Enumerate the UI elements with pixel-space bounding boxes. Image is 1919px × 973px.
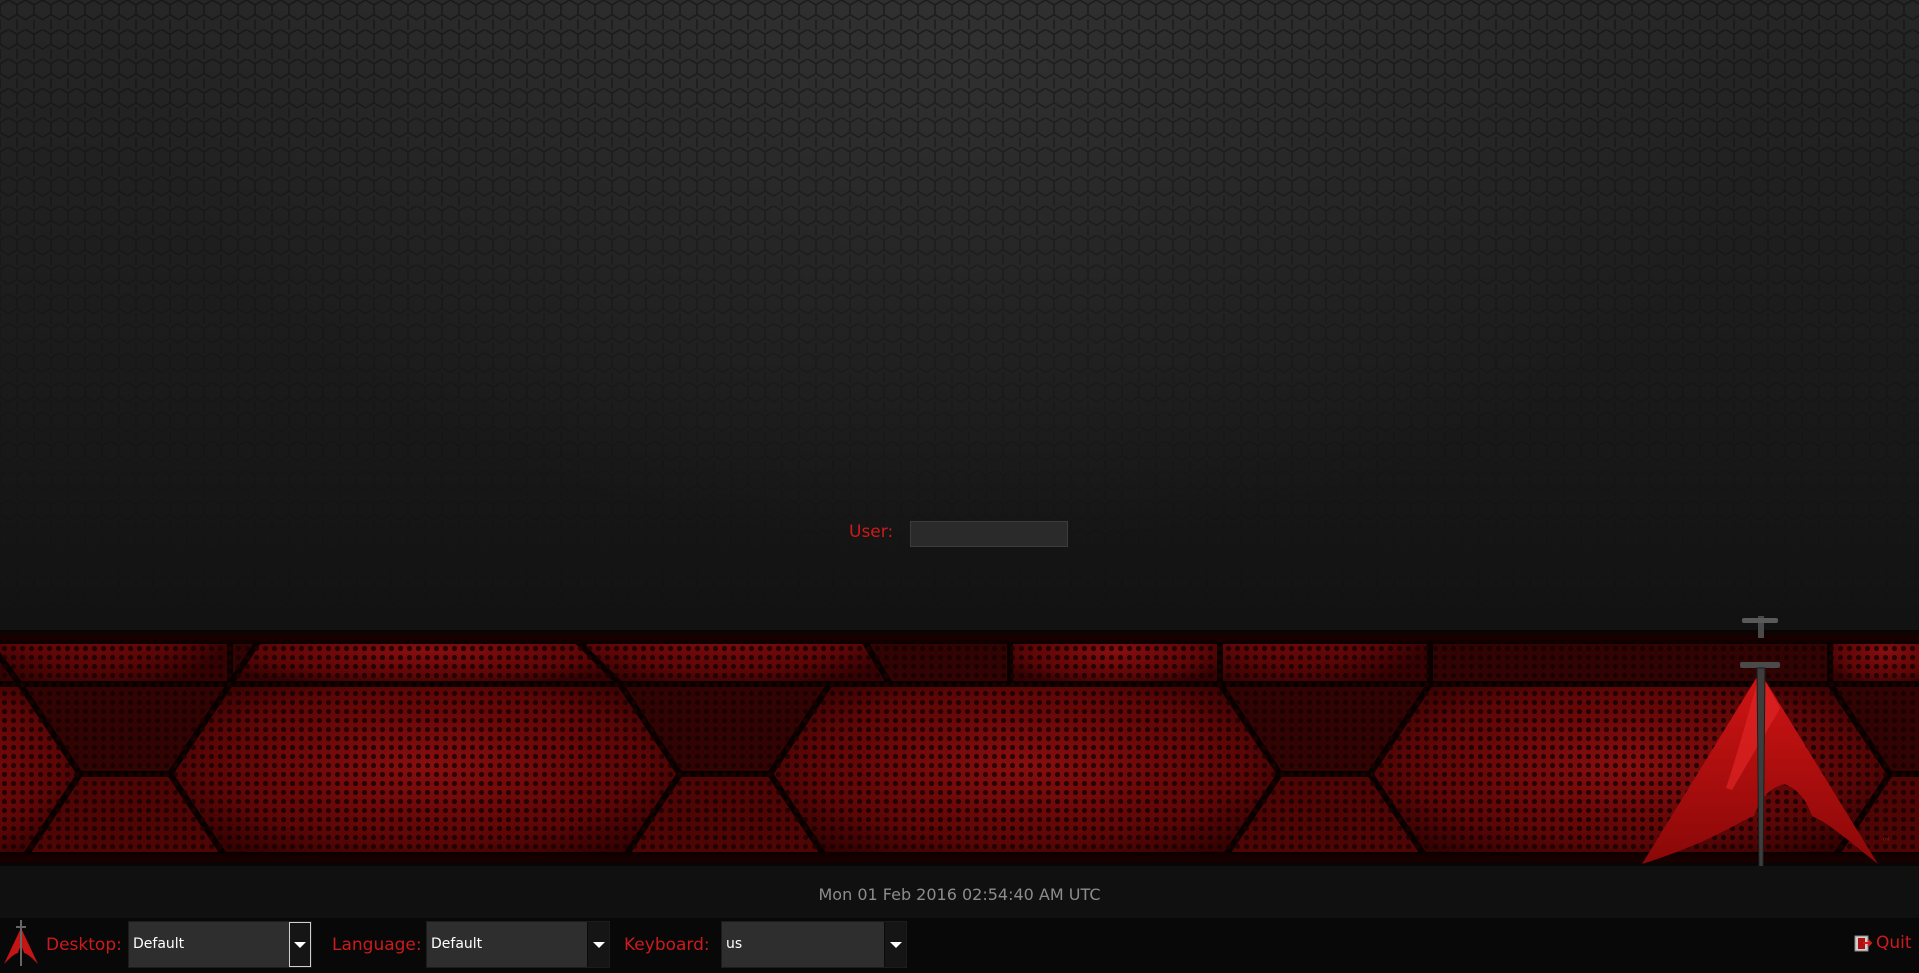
exit-icon bbox=[1854, 935, 1873, 952]
desktop-select-value: Default bbox=[133, 936, 185, 952]
user-input[interactable] bbox=[910, 521, 1068, 547]
language-select[interactable]: Default bbox=[426, 921, 610, 968]
trademark-mark: ™ bbox=[1881, 837, 1891, 848]
chevron-down-icon bbox=[592, 941, 605, 948]
clock-display: Mon 01 Feb 2016 02:54:40 AM UTC bbox=[818, 885, 1101, 904]
desktop-dropdown-button[interactable] bbox=[289, 922, 311, 967]
blackarch-logo-icon bbox=[1642, 616, 1878, 885]
language-label: Language: bbox=[332, 935, 422, 955]
desktop-label: Desktop: bbox=[46, 935, 122, 955]
keyboard-label: Keyboard: bbox=[624, 935, 710, 955]
quit-button[interactable]: Quit bbox=[1853, 930, 1912, 956]
keyboard-select-value: us bbox=[726, 936, 743, 952]
blackarch-small-logo-icon bbox=[4, 920, 38, 966]
quit-label: Quit bbox=[1876, 933, 1912, 953]
language-select-value: Default bbox=[431, 936, 483, 952]
user-label: User: bbox=[849, 522, 894, 542]
chevron-down-icon bbox=[889, 941, 902, 948]
chevron-down-icon bbox=[294, 941, 306, 948]
language-dropdown-button[interactable] bbox=[587, 922, 609, 967]
keyboard-select[interactable]: us bbox=[721, 921, 907, 968]
desktop-select[interactable]: Default bbox=[128, 921, 312, 968]
keyboard-dropdown-button[interactable] bbox=[884, 922, 906, 967]
